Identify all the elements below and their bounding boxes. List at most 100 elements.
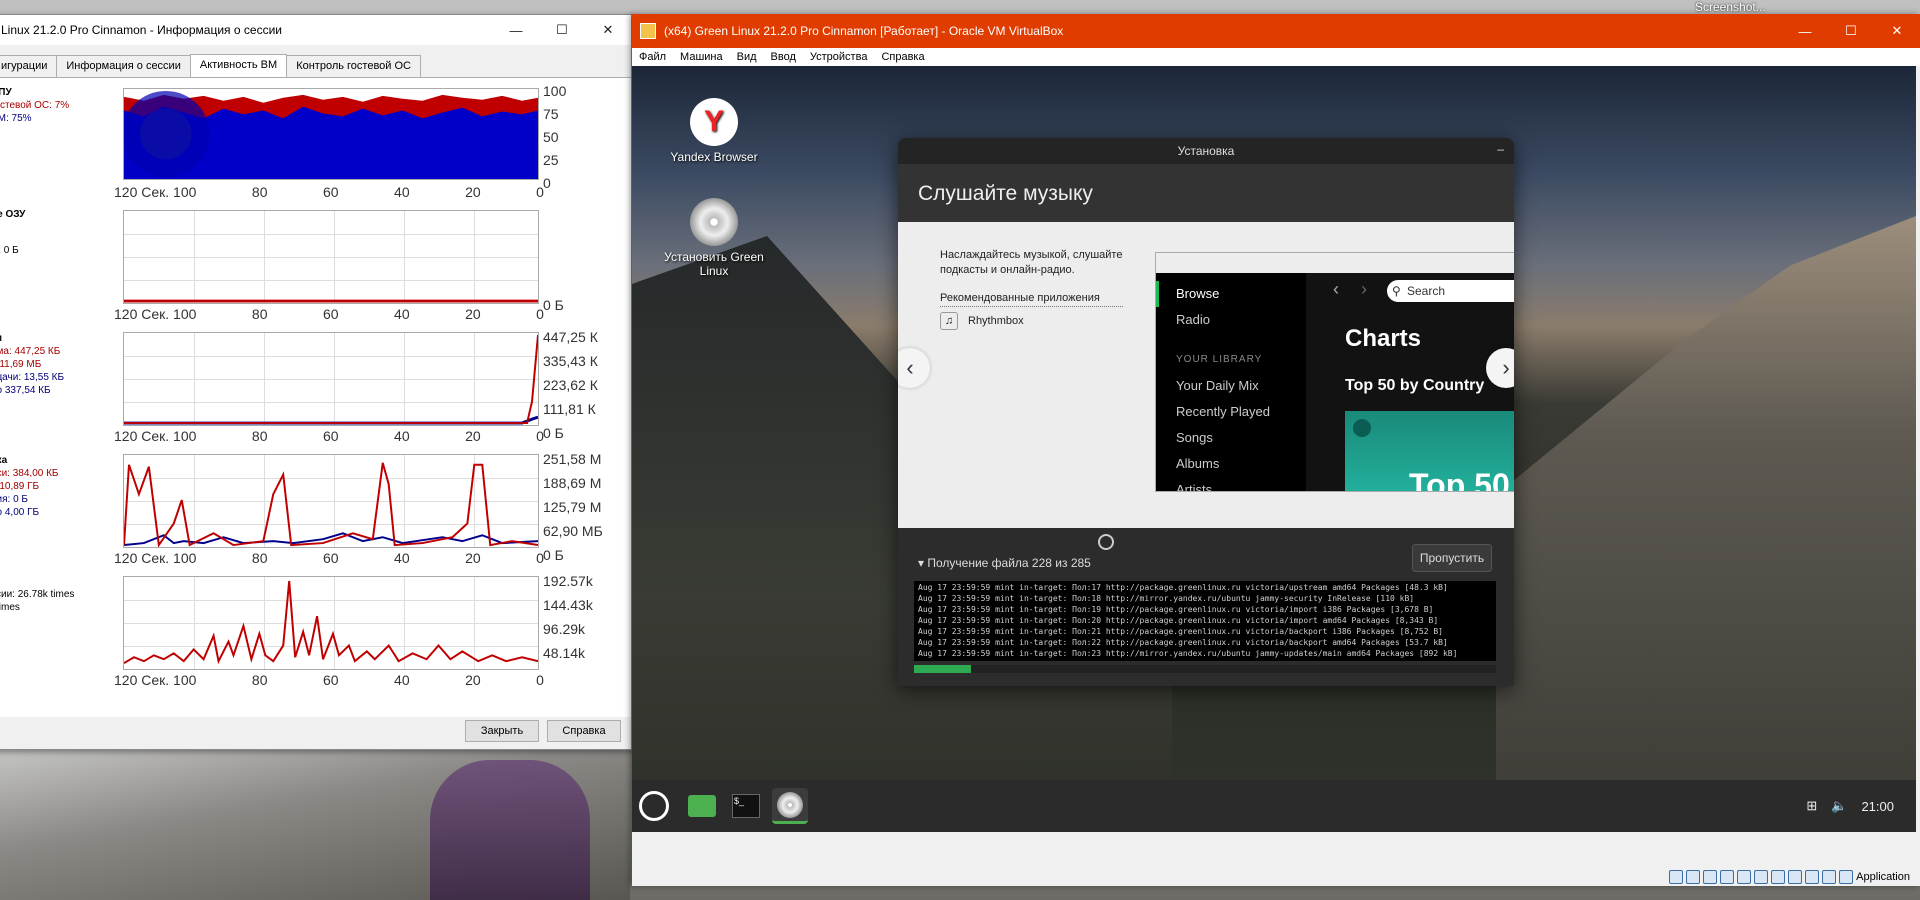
cpu-y-tick: 75 — [543, 106, 559, 122]
recommended-app-label: Rhythmbox — [968, 315, 1024, 327]
menu-file[interactable]: Файл — [632, 51, 673, 63]
install-log[interactable]: Aug 17 23:59:59 mint in-target: Пол:17 h… — [914, 581, 1496, 661]
spotify-main: ‹ › ⚲ Search Charts Top 50 by Country To… — [1319, 273, 1514, 491]
recording-icon[interactable] — [1788, 870, 1803, 884]
optical-drive-icon[interactable] — [1686, 870, 1701, 884]
terminal-icon[interactable]: $_ — [728, 788, 764, 824]
guest-screen[interactable]: Y Yandex Browser Установить Green Linux … — [632, 66, 1916, 832]
net-tx-rate: едачи: 13,55 КБ — [0, 372, 65, 383]
x-tick: 60 — [322, 184, 339, 200]
clock[interactable]: 21:00 — [1861, 799, 1894, 814]
disk-legend: ска иси: 384,00 КБ о 10,89 ГБ ния: 0 Б н… — [0, 454, 58, 519]
recommended-app-rhythmbox[interactable]: ♫ Rhythmbox — [940, 312, 1024, 330]
net-y-tick: 111,81 К — [543, 401, 596, 417]
exits-graph — [123, 576, 539, 670]
ram-x-axis: 120 Сек. 100 80 60 40 20 0 — [114, 306, 544, 322]
installer-disc-icon[interactable] — [772, 788, 808, 824]
disk-y-tick: 251,58 М — [543, 451, 602, 467]
folder-icon[interactable] — [684, 788, 720, 824]
hdd-icon[interactable] — [1669, 870, 1684, 884]
minimize-icon[interactable]: — — [493, 15, 539, 45]
tab-configuration[interactable]: игурации — [0, 55, 58, 77]
close-button[interactable]: Закрыть — [465, 720, 539, 742]
tab-session-info[interactable]: Информация о сессии — [56, 55, 191, 77]
x-tick: 0 — [536, 672, 544, 688]
exits-legend: ссии: 26.78k times l times — [0, 588, 74, 614]
log-line: Aug 17 23:59:59 mint in-target: Пол:22 h… — [918, 638, 1448, 647]
shared-folders-icon[interactable] — [1754, 870, 1769, 884]
spotify-card-text: Top 50 — [1409, 467, 1510, 492]
cpu-icon[interactable] — [1805, 870, 1820, 884]
network-icon[interactable]: ⊞ — [1806, 798, 1817, 814]
ram-legend: ие ОЗУ Б ы: 0 Б — [0, 208, 25, 257]
menu-view[interactable]: Вид — [730, 51, 764, 63]
menu-logo-icon[interactable] — [636, 788, 672, 824]
menu-help[interactable]: Справка — [874, 51, 931, 63]
usb-icon[interactable] — [1737, 870, 1752, 884]
minimize-icon[interactable]: – — [1497, 142, 1504, 156]
maximize-icon[interactable]: ☐ — [539, 15, 585, 45]
x-tick: 80 — [251, 184, 268, 200]
spotify-charts-title: Charts — [1345, 325, 1422, 352]
close-icon[interactable]: ✕ — [585, 15, 631, 45]
maximize-icon[interactable]: ☐ — [1828, 14, 1874, 48]
x-tick: 60 — [322, 428, 339, 444]
x-tick: 80 — [251, 550, 268, 566]
x-tick: 40 — [394, 550, 410, 566]
keyboard-icon[interactable] — [1839, 870, 1854, 884]
ram-y-tick: 0 Б — [543, 297, 564, 313]
disc-icon — [690, 198, 738, 246]
ram-line2: ы: 0 Б — [0, 245, 19, 256]
session-info-window: Linux 21.2.0 Pro Cinnamon - Информация о… — [0, 14, 632, 750]
cpu-header: ЦПУ — [0, 87, 12, 98]
virtualbox-window: (x64) Green Linux 21.2.0 Pro Cinnamon [Р… — [632, 14, 1920, 886]
spotify-search: ⚲ Search — [1387, 280, 1514, 302]
vm-activity-panel: ЦПУ гостевой ОС: 7% ВМ: 75% 100 75 50 25… — [0, 77, 631, 717]
menu-input[interactable]: Ввод — [764, 51, 803, 63]
skip-button[interactable]: Пропустить — [1412, 544, 1492, 572]
tab-guest-control[interactable]: Контроль гостевой ОС — [286, 55, 421, 77]
x-tick: 20 — [465, 550, 481, 566]
music-note-icon: ♫ — [940, 312, 958, 330]
cpu-y-axis: 100 75 50 25 0 — [543, 84, 566, 190]
desktop-icon-yandex[interactable]: Y Yandex Browser — [654, 98, 774, 164]
x-tick: 40 — [394, 428, 410, 444]
desktop-icon-install[interactable]: Установить Green Linux — [654, 198, 774, 278]
spotify-nav-browse: Browse — [1156, 281, 1306, 307]
disk-write-rate: иси: 384,00 КБ — [0, 468, 59, 479]
desktop-screenshot-label[interactable]: Screenshot... — [1695, 0, 1766, 14]
menu-devices[interactable]: Устройства — [803, 51, 875, 63]
net-y-tick: 335,43 К — [543, 353, 598, 369]
net-rx-rate: ема: 447,25 КБ — [0, 346, 61, 357]
display-icon[interactable] — [1771, 870, 1786, 884]
audio-icon[interactable] — [1703, 870, 1718, 884]
network-adapter-icon[interactable] — [1720, 870, 1735, 884]
ram-graph — [123, 210, 539, 304]
progress-status[interactable]: ▾ Получение файла 228 из 285 — [918, 556, 1091, 570]
x-tick: 120 Сек. 100 — [114, 550, 197, 566]
ram-header: ие ОЗУ — [0, 209, 26, 220]
vbox-app-icon — [640, 23, 656, 39]
mouse-integration-icon[interactable] — [1822, 870, 1837, 884]
volume-icon[interactable]: 🔈 — [1831, 798, 1847, 814]
slide-prev-button[interactable]: ‹ — [898, 348, 930, 388]
x-tick: 40 — [394, 184, 410, 200]
log-line: Aug 17 23:59:59 mint in-target: Пол:21 h… — [918, 627, 1443, 636]
cpu-graph — [123, 88, 539, 180]
x-tick: 40 — [394, 306, 410, 322]
help-button[interactable]: Справка — [547, 720, 621, 742]
x-tick: 0 — [536, 550, 544, 566]
tab-vm-activity[interactable]: Активность ВМ — [189, 54, 288, 77]
x-tick: 20 — [465, 672, 481, 688]
system-tray: ⊞ 🔈 21:00 — [1806, 798, 1916, 814]
slideshow: Наслаждайтесь музыкой, слушайте подкасты… — [898, 222, 1514, 528]
session-title-bar: Linux 21.2.0 Pro Cinnamon - Информация о… — [0, 15, 631, 45]
net-y-tick: 223,62 К — [543, 377, 598, 393]
x-tick: 80 — [251, 306, 268, 322]
disk-read-rate: ния: 0 Б — [0, 494, 28, 505]
cpu-y-tick: 50 — [543, 129, 559, 145]
menu-machine[interactable]: Машина — [673, 51, 730, 63]
minimize-icon[interactable]: — — [1782, 14, 1828, 48]
x-tick: 80 — [251, 428, 268, 444]
close-icon[interactable]: ✕ — [1874, 14, 1920, 48]
